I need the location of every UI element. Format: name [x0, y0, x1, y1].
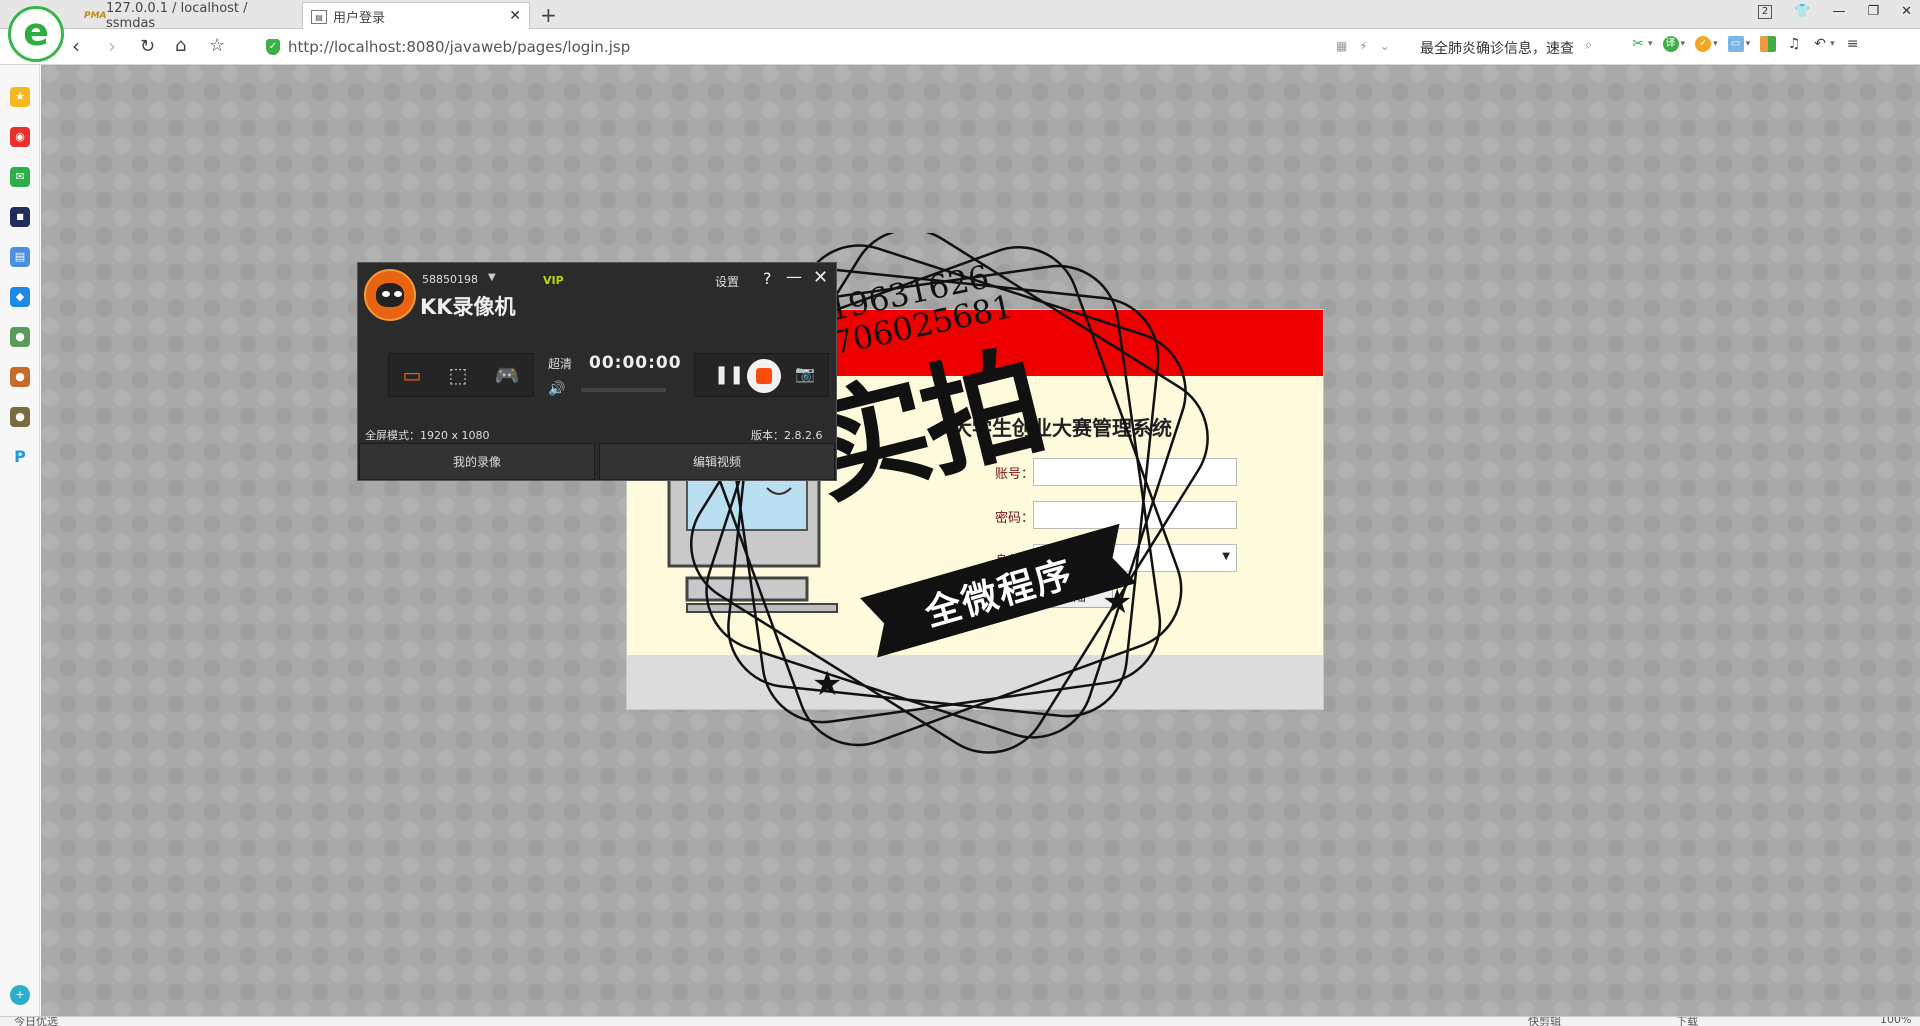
- chevron-down-icon[interactable]: ▾: [1830, 39, 1835, 49]
- browser-logo[interactable]: e: [8, 6, 64, 62]
- region-mode-icon[interactable]: ⬚: [449, 363, 468, 387]
- translate-icon[interactable]: 译: [1662, 36, 1679, 52]
- volume-icon[interactable]: 🔊: [548, 381, 565, 397]
- chevron-down-icon[interactable]: ▾: [1713, 39, 1718, 49]
- chat-icon[interactable]: ◆: [10, 287, 30, 307]
- news-search-text[interactable]: 最全肺炎确诊信息，速查: [1420, 38, 1574, 58]
- version-text: 版本：2.8.2.6: [751, 429, 823, 442]
- quality-selector[interactable]: 超清: [548, 355, 572, 372]
- game-icon[interactable]: ●: [10, 407, 30, 427]
- new-tab-button[interactable]: +: [540, 3, 557, 27]
- phpmyadmin-favicon-icon: PMA: [84, 10, 107, 21]
- status-quick-edit[interactable]: 快剪辑: [1528, 1017, 1561, 1026]
- account-input[interactable]: [1033, 458, 1237, 486]
- recorder-user-id[interactable]: 58850198: [422, 273, 478, 286]
- recorder-title: KK录像机: [420, 295, 516, 319]
- home-icon[interactable]: ⌂: [175, 35, 186, 56]
- mail-icon[interactable]: ✉: [10, 167, 30, 187]
- lightning-icon[interactable]: ⚡: [1359, 39, 1367, 53]
- extension-icons: ✂ ▾ 译 ▾ ✓ ▾ ▭ ▾ ♫ ↶ ▾ ≡: [1630, 36, 1861, 52]
- record-controls: ❚❚ 📷: [694, 353, 829, 397]
- skin-icon[interactable]: 👕: [1794, 4, 1810, 19]
- page-viewport: 大学生创业大赛管理系统 账号： 密码： 身份： ▼ 登陆: [41, 65, 1920, 1016]
- vip-badge[interactable]: VIP: [543, 274, 564, 287]
- add-icon[interactable]: +: [10, 985, 30, 1005]
- game-icon[interactable]: ●: [10, 367, 30, 387]
- fullscreen-mode-icon[interactable]: ▭: [403, 363, 422, 387]
- my-recordings-button[interactable]: 我的录像: [359, 443, 595, 480]
- settings-button[interactable]: 设置: [715, 273, 739, 290]
- url-tools: ▦ ⚡ ⌄: [1336, 39, 1390, 53]
- favorites-star-icon[interactable]: ★: [10, 87, 30, 107]
- undo-icon[interactable]: ↶: [1812, 36, 1828, 52]
- capture-mode-text: 全屏模式：1920 x 1080: [365, 429, 490, 442]
- game-mode-icon[interactable]: 🎮: [495, 363, 520, 387]
- chevron-down-icon[interactable]: ▾: [1648, 39, 1653, 49]
- game-app-icon[interactable]: ■: [10, 207, 30, 227]
- login-footer-band: [627, 655, 1323, 709]
- close-tab-icon[interactable]: ✕: [509, 8, 521, 24]
- secure-shield-icon: ✓: [266, 39, 280, 55]
- p-app-icon[interactable]: P: [10, 447, 30, 467]
- weibo-icon[interactable]: ◉: [10, 127, 30, 147]
- status-download[interactable]: 下载: [1676, 1017, 1698, 1026]
- search-icon[interactable]: ⌕: [1585, 38, 1592, 53]
- tab-label: 127.0.0.1 / localhost / ssmdas: [106, 0, 248, 31]
- window-count-badge[interactable]: 2: [1757, 4, 1773, 19]
- refresh-icon[interactable]: ↻: [140, 36, 155, 57]
- chevron-down-icon[interactable]: ▾: [1746, 39, 1751, 49]
- back-icon[interactable]: ‹: [72, 34, 80, 58]
- password-label: 密码：: [995, 511, 1035, 526]
- tab-label: 用户登录: [333, 11, 386, 26]
- restore-icon[interactable]: ❐: [1867, 4, 1879, 19]
- tab-bar: PMA 127.0.0.1 / localhost / ssmdas ▤ 用户登…: [0, 0, 1920, 31]
- browser-logo-letter: e: [23, 10, 49, 54]
- record-button[interactable]: [747, 359, 781, 393]
- chevron-down-icon: ▼: [1222, 551, 1230, 562]
- status-zoom[interactable]: 100%: [1880, 1017, 1911, 1026]
- password-input[interactable]: [1033, 501, 1237, 529]
- minimize-icon[interactable]: —: [1832, 4, 1845, 19]
- status-left-text[interactable]: 今日优选: [14, 1017, 58, 1026]
- kk-recorder-window: 58850198 ▼ VIP KK录像机 设置 ? — ✕ ▭ ⬚ 🎮 超清 0…: [357, 262, 837, 481]
- headphones-icon[interactable]: ♫: [1786, 36, 1802, 52]
- status-bar: 今日优选 快剪辑 下载 100%: [0, 1016, 1920, 1026]
- tab-user-login[interactable]: ▤ 用户登录 ✕: [302, 2, 530, 30]
- close-icon[interactable]: ✕: [813, 267, 828, 288]
- screenshot-icon[interactable]: ▭: [1727, 36, 1744, 52]
- address-bar: ‹ › ↻ ⌂ ☆ ✓ http://localhost:8080/javawe…: [0, 29, 1920, 65]
- chevron-down-icon[interactable]: ▾: [1681, 39, 1686, 49]
- tab-phpmyadmin[interactable]: PMA 127.0.0.1 / localhost / ssmdas: [76, 0, 300, 31]
- help-button[interactable]: ?: [763, 269, 772, 288]
- shield-icon[interactable]: ✓: [1695, 36, 1712, 52]
- pause-icon[interactable]: ❚❚: [714, 364, 744, 385]
- camera-icon[interactable]: 📷: [795, 364, 815, 383]
- kk-raccoon-logo-icon: [364, 269, 416, 321]
- forward-icon[interactable]: ›: [108, 34, 116, 58]
- close-window-icon[interactable]: ✕: [1901, 4, 1912, 19]
- apps-grid-icon[interactable]: [1760, 36, 1777, 52]
- page-favicon-icon: ▤: [311, 9, 327, 24]
- game-icon[interactable]: ●: [10, 327, 30, 347]
- volume-slider[interactable]: [581, 388, 666, 392]
- scissors-icon[interactable]: ✂: [1630, 36, 1646, 52]
- url-text[interactable]: http://localhost:8080/javaweb/pages/logi…: [288, 38, 630, 56]
- document-icon[interactable]: ▤: [10, 247, 30, 267]
- qr-code-icon[interactable]: ▦: [1336, 39, 1347, 53]
- menu-icon[interactable]: ≡: [1845, 36, 1861, 52]
- edit-video-button[interactable]: 编辑视频: [599, 443, 835, 480]
- chevron-down-icon[interactable]: ▼: [488, 272, 496, 283]
- capture-mode-group: ▭ ⬚ 🎮: [388, 353, 534, 397]
- record-timer: 00:00:00: [589, 353, 682, 373]
- url-field[interactable]: ✓ http://localhost:8080/javaweb/pages/lo…: [266, 35, 1331, 59]
- browser-sidebar: ★ ◉ ✉ ■ ▤ ◆ ● ● ● P +: [0, 65, 40, 1016]
- minimize-icon[interactable]: —: [786, 267, 802, 286]
- bookmark-star-icon[interactable]: ☆: [209, 35, 225, 56]
- window-controls: 2 👕 — ❐ ✕: [1757, 4, 1912, 19]
- chevron-down-icon[interactable]: ⌄: [1380, 39, 1390, 53]
